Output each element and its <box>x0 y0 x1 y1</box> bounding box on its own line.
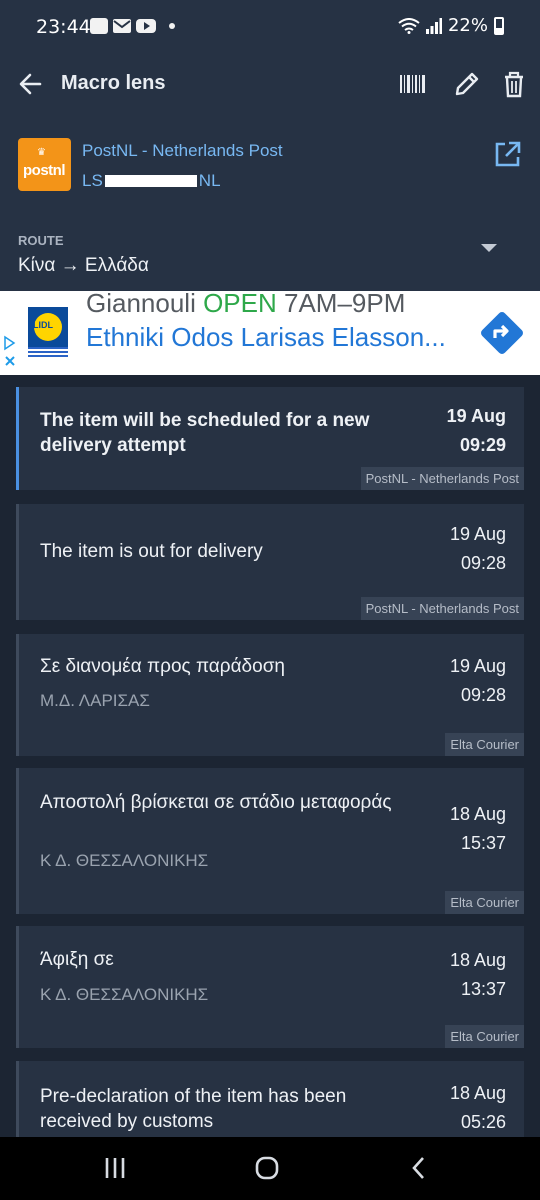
open-external-button[interactable] <box>492 140 522 170</box>
event-location: Κ Δ. ΘΕΣΣΑΛΟΝΙΚΗΣ <box>40 851 209 870</box>
event-title: Αποστολή βρίσκεται σε στάδιο μεταφοράς <box>40 792 392 813</box>
event-location: Κ Δ. ΘΕΣΣΑΛΟΝΙΚΗΣ <box>40 985 209 1004</box>
edit-button[interactable] <box>448 64 484 104</box>
event-date: 18 Aug <box>449 950 506 970</box>
ad-banner[interactable]: LIDL Giannouli OPEN 7AM–9PM Ethniki Odos… <box>0 291 540 375</box>
tracking-events-list[interactable]: The item will be scheduled for a new del… <box>0 375 540 1137</box>
tracking-suffix: NL <box>198 171 221 190</box>
event-datetime: 18 Aug 15:37 <box>450 800 506 858</box>
lidl-logo: LIDL <box>28 307 68 347</box>
recent-apps-button[interactable] <box>100 1153 130 1183</box>
app-bar: Macro lens <box>0 52 540 116</box>
event-time: 05:26 <box>460 1112 506 1132</box>
redacted-block <box>104 175 197 187</box>
event-date: 18 Aug <box>449 804 506 824</box>
youtube-icon <box>136 19 156 33</box>
event-source: Elta Courier <box>445 733 524 756</box>
recent-apps-icon <box>105 1158 125 1178</box>
event-datetime: 18 Aug 13:37 <box>450 946 506 1004</box>
ad-open-status: OPEN <box>203 291 277 318</box>
event-datetime: 19 Aug 09:28 <box>450 520 506 578</box>
signal-icon <box>425 17 442 34</box>
event-date: 19 Aug <box>446 406 506 426</box>
logo-text: postnl <box>23 162 66 179</box>
battery-icon <box>494 16 504 35</box>
event-source: PostNL - Netherlands Post <box>360 467 524 490</box>
event-date: 19 Aug <box>449 524 506 544</box>
event-card[interactable]: Pre-declaration of the item has been rec… <box>16 1061 524 1137</box>
event-card[interactable]: The item is out for delivery 19 Aug 09:2… <box>16 504 524 620</box>
status-time: 23:44 <box>36 16 91 38</box>
event-location: Μ.Δ. ΛΑΡΙΣΑΣ <box>40 691 150 710</box>
ad-hours: 7AM–9PM <box>276 291 406 318</box>
event-datetime: 19 Aug 09:28 <box>450 652 506 710</box>
event-card[interactable]: The item will be scheduled for a new del… <box>16 387 524 490</box>
event-source: Elta Courier <box>445 1025 524 1048</box>
route-value: Κίνα → Ελλάδα <box>18 255 149 276</box>
home-button[interactable] <box>252 1153 282 1183</box>
pencil-icon <box>455 72 479 96</box>
event-time: 09:28 <box>460 553 506 573</box>
back-button[interactable] <box>14 64 54 104</box>
notification-icons <box>90 18 175 34</box>
shipment-header: ♛ postnl PostNL - Netherlands Post LS NL… <box>0 116 540 291</box>
event-time: 15:37 <box>460 833 506 853</box>
event-title: The item will be scheduled for a new del… <box>40 410 370 456</box>
event-date: 18 Aug <box>449 1083 506 1103</box>
event-source: PostNL - Netherlands Post <box>360 597 524 620</box>
tracking-number[interactable]: LS NL <box>82 171 221 191</box>
route-label: ROUTE <box>18 233 64 248</box>
event-datetime: 18 Aug 05:26 <box>450 1079 506 1137</box>
event-date: 19 Aug <box>449 656 506 676</box>
tracking-prefix: LS <box>82 171 103 190</box>
barcode-button[interactable] <box>396 66 430 102</box>
chevron-left-icon <box>412 1157 424 1179</box>
greek-flag <box>28 347 68 357</box>
mail-icon <box>113 19 131 33</box>
trash-icon <box>505 71 523 98</box>
nav-back-button[interactable] <box>404 1153 434 1183</box>
event-card[interactable]: Άφιξη σε Κ Δ. ΘΕΣΣΑΛΟΝΙΚΗΣ 18 Aug 13:37 … <box>16 926 524 1048</box>
directions-icon[interactable] <box>476 307 528 359</box>
ad-address: Ethniki Odos Larisas Elasson... <box>86 322 446 352</box>
event-title: Σε διανομέα προς παράδοση <box>40 656 285 677</box>
adchoices-icon[interactable] <box>2 335 20 373</box>
battery-level: 22% <box>447 15 488 36</box>
postnl-logo: ♛ postnl <box>18 138 71 191</box>
barcode-icon <box>400 75 425 93</box>
status-bar: 23:44 22% <box>0 0 540 52</box>
arrow-back-icon <box>19 73 42 95</box>
event-source: Elta Courier <box>445 891 524 914</box>
lidl-logo-text: LIDL <box>33 320 53 330</box>
delete-button[interactable] <box>496 64 532 104</box>
event-title: The item is out for delivery <box>40 541 263 562</box>
system-nav-bar <box>0 1137 540 1200</box>
system-status: 22% <box>398 15 504 36</box>
event-card[interactable]: Αποστολή βρίσκεται σε στάδιο μεταφοράς Κ… <box>16 768 524 914</box>
app-notification-icon <box>90 18 108 34</box>
more-notifications-dot <box>169 23 175 29</box>
wifi-icon <box>398 17 420 34</box>
event-title: Pre-declaration of the item has been rec… <box>40 1086 347 1132</box>
event-time: 09:28 <box>460 685 506 705</box>
event-datetime: 19 Aug 09:29 <box>447 402 506 460</box>
courier-name-link[interactable]: PostNL - Netherlands Post <box>82 141 283 161</box>
ad-store-name: Giannouli <box>86 291 204 318</box>
event-title: Άφιξη σε <box>40 949 114 970</box>
dropdown-arrow-icon <box>481 244 497 252</box>
ad-store-info: Giannouli OPEN 7AM–9PM <box>86 291 405 319</box>
home-icon <box>255 1156 279 1180</box>
event-time: 09:29 <box>459 435 506 455</box>
event-card[interactable]: Σε διανομέα προς παράδοση Μ.Δ. ΛΑΡΙΣΑΣ 1… <box>16 634 524 756</box>
route-expand-button[interactable] <box>474 238 504 258</box>
crown-icon: ♛ <box>37 147 46 158</box>
event-time: 13:37 <box>460 979 506 999</box>
open-in-new-icon <box>495 141 521 167</box>
page-title: Macro lens <box>61 72 166 94</box>
